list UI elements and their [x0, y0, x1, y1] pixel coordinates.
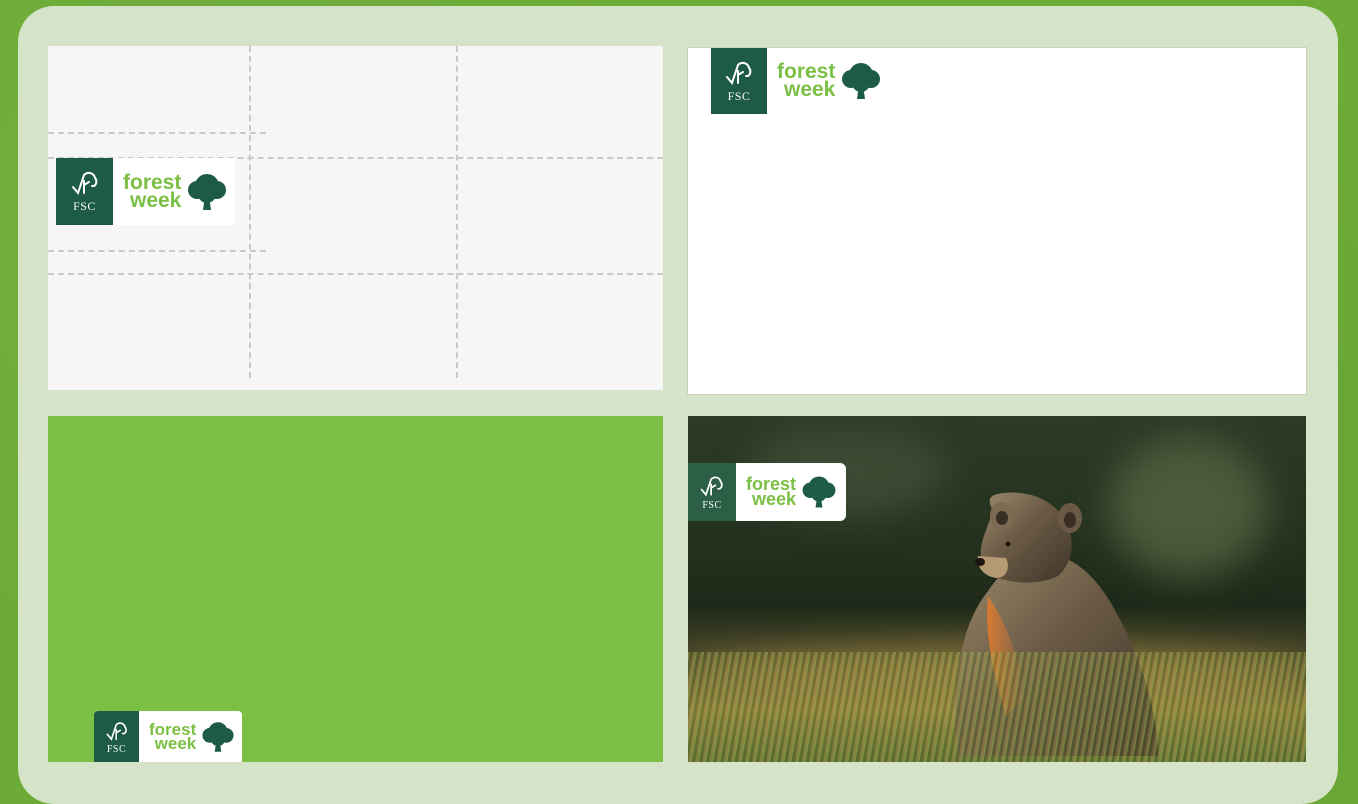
- guide-line-horizontal: [48, 273, 663, 275]
- forest-week-logo: FSC forest week: [94, 711, 243, 762]
- fsc-checktree-icon: [700, 475, 723, 497]
- oak-tree-icon: [188, 173, 227, 210]
- fsc-checktree-icon: [106, 721, 127, 741]
- photo-background-panel: FSC forest week: [688, 416, 1306, 762]
- guide-line-horizontal: [48, 250, 266, 252]
- forest-week-wordmark: forest week: [113, 158, 235, 225]
- forest-week-logo: FSC forest week: [56, 158, 236, 225]
- week-word: week: [783, 78, 836, 101]
- fsc-logo-box: FSC: [711, 48, 767, 114]
- oak-tree-icon: [202, 722, 234, 752]
- week-word: week: [154, 734, 197, 753]
- green-background-panel: FSC forest week: [48, 416, 663, 762]
- fsc-checktree-icon: [71, 171, 97, 196]
- fsc-checktree-icon: [726, 61, 752, 85]
- fsc-label: FSC: [702, 499, 722, 511]
- fsc-logo-box: FSC: [56, 158, 113, 225]
- guide-line-horizontal: [48, 132, 266, 134]
- clearspace-guide-panel: FSC forest week: [48, 46, 663, 390]
- forest-week-wordmark: forest week: [139, 711, 242, 762]
- oak-tree-icon: [802, 476, 836, 508]
- fsc-label: FSC: [73, 199, 96, 213]
- forest-week-wordmark: forest week: [736, 463, 846, 521]
- grass-foreground: [688, 652, 1306, 762]
- week-word: week: [129, 188, 182, 212]
- fsc-label: FSC: [106, 743, 127, 755]
- forest-week-logo: FSC forest week: [688, 463, 847, 521]
- week-word: week: [751, 489, 797, 509]
- white-background-panel: FSC forest week: [688, 48, 1306, 394]
- oak-tree-icon: [842, 63, 881, 99]
- guide-line-vertical: [456, 46, 458, 378]
- fsc-logo-box: FSC: [688, 463, 736, 521]
- guide-line-vertical: [249, 46, 251, 378]
- forest-week-wordmark: forest week: [767, 48, 889, 114]
- forest-week-logo: FSC forest week: [711, 48, 890, 114]
- fsc-logo-box: FSC: [94, 711, 139, 762]
- fsc-label: FSC: [727, 88, 751, 103]
